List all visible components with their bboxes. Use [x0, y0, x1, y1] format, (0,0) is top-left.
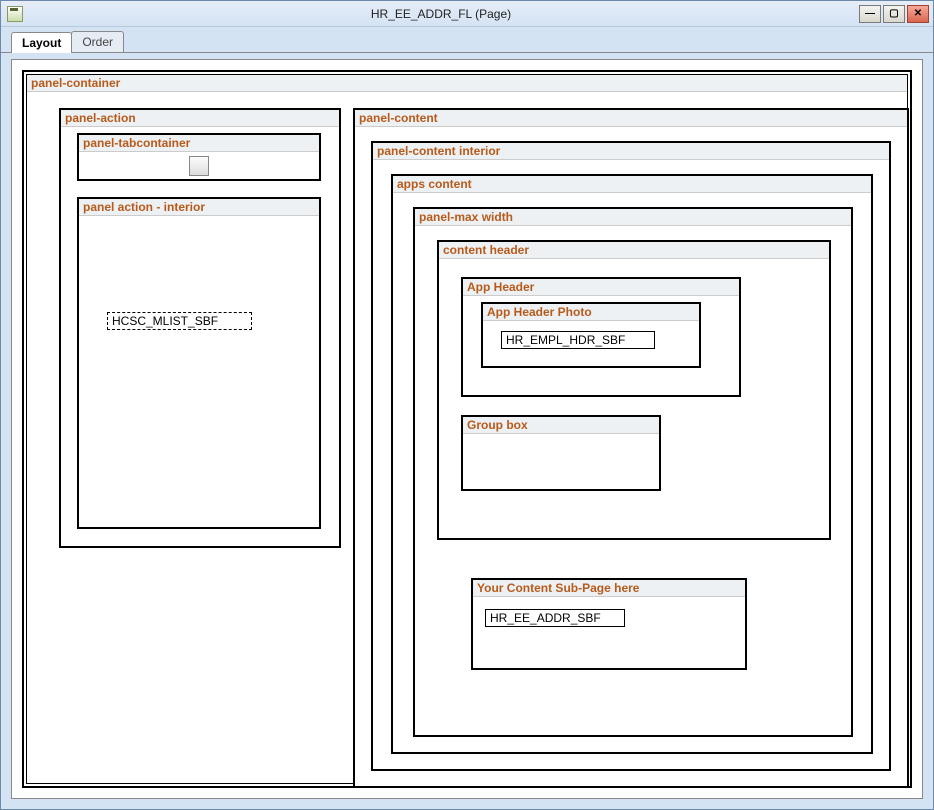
- panel-tabcontainer-label: panel-tabcontainer: [79, 135, 319, 152]
- panel-app-header-label: App Header: [463, 279, 739, 296]
- tab-layout[interactable]: Layout: [11, 32, 72, 53]
- tabcontainer-button[interactable]: [189, 156, 209, 176]
- panel-content[interactable]: panel-content panel-content interior app…: [353, 108, 909, 788]
- window-title: HR_EE_ADDR_FL (Page): [23, 7, 859, 21]
- window-controls: — ▢ ✕: [859, 5, 929, 23]
- panel-max-width[interactable]: panel-max width content header: [413, 207, 853, 737]
- panel-content-label: panel-content: [355, 110, 907, 127]
- panel-apps-content-label: apps content: [393, 176, 871, 193]
- panel-action-label: panel-action: [61, 110, 339, 127]
- panel-app-header-photo[interactable]: App Header Photo HR_EMPL_HDR_SBF: [481, 302, 701, 368]
- panel-group-box[interactable]: Group box: [461, 415, 661, 491]
- panel-action[interactable]: panel-action panel-tabcontainer panel ac…: [59, 108, 341, 548]
- client-area: panel-container panel-action panel-tabco…: [11, 59, 923, 799]
- panel-tabcontainer[interactable]: panel-tabcontainer: [77, 133, 321, 181]
- field-hr-ee-addr[interactable]: HR_EE_ADDR_SBF: [485, 609, 625, 627]
- layout-canvas[interactable]: panel-container panel-action panel-tabco…: [26, 74, 908, 784]
- panel-action-interior[interactable]: panel action - interior HCSC_MLIST_SBF: [77, 197, 321, 529]
- maximize-button[interactable]: ▢: [883, 5, 905, 23]
- panel-container-label: panel-container: [27, 75, 907, 92]
- panel-your-content-label: Your Content Sub-Page here: [473, 580, 745, 597]
- panel-content-interior[interactable]: panel-content interior apps content pane…: [371, 141, 891, 771]
- app-icon: [7, 6, 23, 22]
- field-hcsc-mlist[interactable]: HCSC_MLIST_SBF: [107, 312, 252, 330]
- panel-max-width-label: panel-max width: [415, 209, 851, 226]
- field-hr-empl-hdr[interactable]: HR_EMPL_HDR_SBF: [501, 331, 655, 349]
- titlebar: HR_EE_ADDR_FL (Page) — ▢ ✕: [1, 1, 933, 27]
- panel-your-content[interactable]: Your Content Sub-Page here HR_EE_ADDR_SB…: [471, 578, 747, 670]
- panel-content-header[interactable]: content header App Header: [437, 240, 831, 540]
- panel-app-header-photo-label: App Header Photo: [483, 304, 699, 321]
- panel-app-header[interactable]: App Header App Header Photo: [461, 277, 741, 397]
- panel-content-interior-label: panel-content interior: [373, 143, 889, 160]
- panel-apps-content[interactable]: apps content panel-max width: [391, 174, 873, 754]
- panel-content-header-label: content header: [439, 242, 829, 259]
- minimize-button[interactable]: —: [859, 5, 881, 23]
- panel-group-box-label: Group box: [463, 417, 659, 434]
- panel-action-interior-label: panel action - interior: [79, 199, 319, 216]
- close-button[interactable]: ✕: [907, 5, 929, 23]
- app-window: HR_EE_ADDR_FL (Page) — ▢ ✕ Layout Order …: [0, 0, 934, 810]
- layout-canvas-outer: panel-container panel-action panel-tabco…: [22, 70, 912, 788]
- tab-order[interactable]: Order: [71, 31, 124, 52]
- tab-strip: Layout Order: [1, 27, 933, 53]
